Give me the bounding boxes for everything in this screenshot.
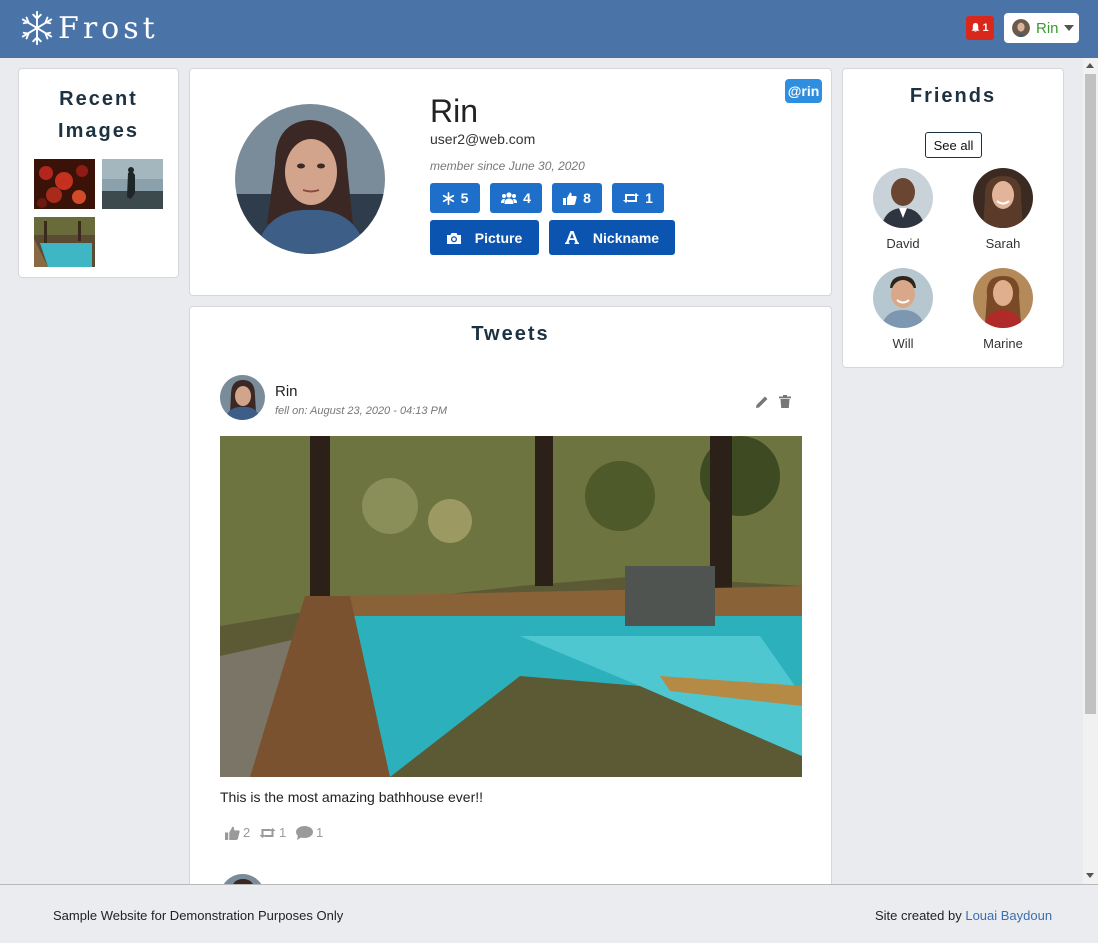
pencil-icon[interactable] (755, 395, 769, 409)
friends-card: Friends See all David Sarah Will Marine (842, 68, 1064, 368)
member-since: member since June 30, 2020 (430, 159, 585, 173)
retweet-icon (623, 193, 640, 203)
friend-name: David (886, 236, 920, 251)
scrollbar-thumb[interactable] (1085, 74, 1096, 714)
friend-avatar (873, 268, 933, 328)
retweet-count: 1 (279, 825, 287, 840)
see-all-friends-button[interactable]: See all (925, 132, 982, 158)
stat-snowflakes-button[interactable]: 5 (430, 183, 480, 213)
bell-icon (971, 23, 980, 33)
tweet-text: This is the most amazing bathhouse ever!… (220, 789, 484, 805)
stat-value: 4 (523, 190, 531, 206)
friend-name: Will (892, 336, 914, 351)
trash-icon[interactable] (779, 395, 791, 408)
author-link[interactable]: Louai Baydoun (965, 908, 1052, 923)
avatar (1012, 19, 1030, 37)
font-icon (564, 231, 579, 244)
notification-button[interactable]: 1 (966, 16, 994, 40)
footer-credit-text: Site created by (875, 908, 962, 923)
picture-label: Picture (474, 229, 523, 246)
stat-value: 8 (583, 190, 591, 206)
profile-name: Rin (430, 93, 479, 129)
tweet-image-bathhouse[interactable] (220, 436, 802, 777)
notification-count: 1 (982, 22, 989, 34)
user-menu-dropdown[interactable]: Rin (1004, 13, 1079, 43)
friends-title: Friends (909, 85, 997, 107)
footer-disclaimer: Sample Website for Demonstration Purpose… (53, 908, 344, 923)
change-nickname-button[interactable]: Nickname (549, 220, 675, 255)
brand-name: Frost (58, 10, 159, 46)
friend-avatar (973, 168, 1033, 228)
tweets-title: Tweets (471, 323, 550, 345)
friend-avatar (873, 168, 933, 228)
friend-item-sarah[interactable]: Sarah (963, 168, 1043, 251)
friend-item-will[interactable]: Will (863, 268, 943, 351)
profile-avatar[interactable] (235, 104, 385, 254)
user-name: Rin (1036, 19, 1059, 37)
tweet-like-button[interactable]: 2 (225, 825, 250, 840)
recent-image-soldier[interactable] (102, 159, 163, 209)
scroll-up-arrow-icon[interactable] (1086, 63, 1094, 68)
stat-value: 5 (460, 190, 469, 206)
friend-item-david[interactable]: David (863, 168, 943, 251)
tweets-card: Tweets Rin fell on: August 23, 2020 - 04… (189, 306, 832, 919)
scroll-down-arrow-icon[interactable] (1086, 873, 1094, 878)
stat-likes-button[interactable]: 8 (552, 183, 602, 213)
nickname-label: Nickname (592, 229, 660, 246)
friend-name: Marine (983, 336, 1023, 351)
chevron-down-icon (1063, 25, 1074, 31)
navbar: Frost 1 Rin (0, 0, 1098, 58)
profile-email: user2@web.com (430, 131, 536, 147)
page-scrollbar[interactable] (1083, 58, 1098, 884)
change-picture-button[interactable]: Picture (430, 220, 539, 255)
friend-avatar (973, 268, 1033, 328)
friends-icon (501, 192, 518, 204)
profile-card: @rin Rin user2@web.com member since June… (189, 68, 832, 296)
recent-image-bathhouse[interactable] (34, 217, 95, 267)
handle-badge: @rin (785, 79, 822, 103)
footer: Sample Website for Demonstration Purpose… (0, 884, 1098, 943)
tweet-date: fell on: August 23, 2020 - 04:13 PM (275, 405, 448, 417)
retweet-icon (259, 827, 276, 838)
friend-name: Sarah (985, 236, 1021, 251)
tweet-comment-button[interactable]: 1 (296, 825, 323, 840)
recent-image-flowers[interactable] (34, 159, 95, 209)
tweet-author-name[interactable]: Rin (275, 383, 298, 400)
comment-count: 1 (316, 825, 324, 840)
friend-item-marine[interactable]: Marine (963, 268, 1043, 351)
stat-retweets-button[interactable]: 1 (612, 183, 664, 213)
brand-logo[interactable]: Frost (18, 8, 159, 48)
tweet-retweet-button[interactable]: 1 (259, 825, 286, 840)
snowflake-icon (442, 191, 454, 205)
recent-images-title: Recent Images (58, 88, 139, 142)
stat-friends-button[interactable]: 4 (490, 183, 542, 213)
snowflake-logo-icon (21, 10, 53, 46)
camera-icon (446, 232, 461, 244)
recent-images-card: Recent Images (18, 68, 179, 278)
footer-credit: Site created by Louai Baydoun (875, 908, 1052, 923)
like-count: 2 (243, 825, 251, 840)
thumbs-up-icon (225, 826, 240, 840)
stat-value: 1 (645, 190, 653, 206)
comment-icon (296, 825, 313, 840)
thumbs-up-icon (563, 192, 577, 205)
tweet-author-avatar[interactable] (220, 375, 265, 420)
